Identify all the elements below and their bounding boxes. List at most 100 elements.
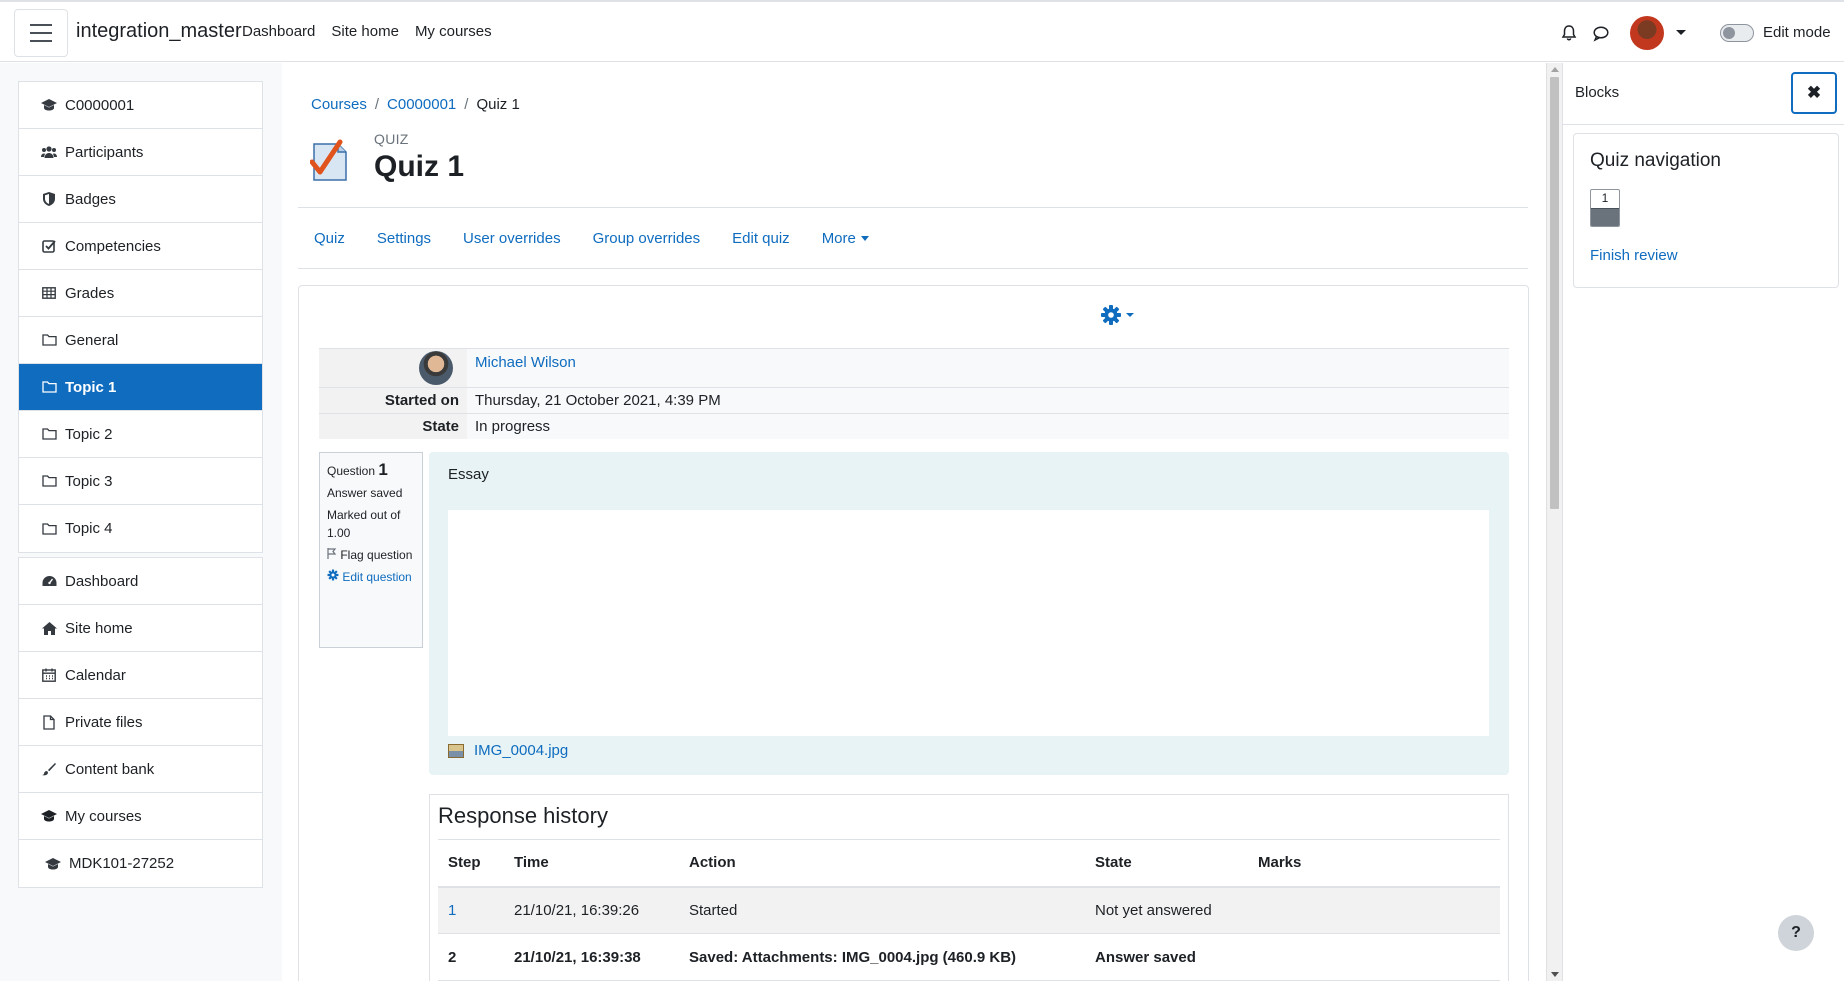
edit-mode-toggle[interactable] bbox=[1720, 24, 1754, 42]
actions-menu[interactable] bbox=[1100, 304, 1134, 326]
folder-icon bbox=[41, 426, 57, 442]
student-avatar[interactable] bbox=[419, 351, 453, 385]
top-navbar: integration_master Dashboard Site home M… bbox=[0, 0, 1844, 62]
column-header-step: Step bbox=[438, 839, 504, 888]
section-topic-2-nav-item[interactable]: Topic 2 bbox=[19, 411, 262, 458]
page-scrollbar[interactable] bbox=[1546, 63, 1562, 981]
section-general-nav-item[interactable]: General bbox=[19, 317, 262, 364]
question-status: Answer saved bbox=[327, 486, 403, 500]
scroll-up-arrow-icon[interactable] bbox=[1551, 67, 1559, 72]
tab-user-overrides[interactable]: User overrides bbox=[463, 230, 561, 247]
student-name-link[interactable]: Michael Wilson bbox=[475, 354, 576, 371]
participants-nav-item[interactable]: Participants bbox=[19, 129, 262, 176]
users-icon bbox=[41, 144, 57, 160]
quiz-nav-question-button[interactable]: 1 bbox=[1590, 189, 1620, 227]
dashboard-nav-item[interactable]: Dashboard bbox=[19, 558, 262, 605]
tab-group-overrides[interactable]: Group overrides bbox=[593, 230, 701, 247]
home-icon bbox=[41, 620, 57, 636]
tab-settings[interactable]: Settings bbox=[377, 230, 431, 247]
menu-toggle-button[interactable] bbox=[14, 9, 68, 57]
folder-icon bbox=[41, 332, 57, 348]
content-bank-nav-item[interactable]: Content bank bbox=[19, 746, 262, 793]
graduation-cap-icon bbox=[41, 97, 57, 113]
blocks-drawer-header: Blocks ✖ bbox=[1563, 63, 1844, 125]
image-file-icon bbox=[448, 743, 464, 758]
breadcrumb-separator: / bbox=[374, 96, 380, 113]
calendar-icon bbox=[41, 667, 57, 683]
question-text: Essay bbox=[448, 466, 489, 483]
course-nav-item[interactable]: C0000001 bbox=[19, 82, 262, 129]
blocks-drawer-title: Blocks bbox=[1575, 84, 1620, 101]
response-history-table: Step Time Action State Marks 1 21/10/21,… bbox=[438, 839, 1500, 981]
column-header-action: Action bbox=[679, 839, 1085, 888]
badges-nav-item[interactable]: Badges bbox=[19, 176, 262, 223]
column-header-time: Time bbox=[504, 839, 679, 888]
column-header-marks: Marks bbox=[1248, 839, 1500, 888]
grades-nav-item[interactable]: Grades bbox=[19, 270, 262, 317]
breadcrumb-course[interactable]: C0000001 bbox=[387, 96, 456, 113]
site-home-nav-item[interactable]: Site home bbox=[19, 605, 262, 652]
course-nav-group: C0000001 Participants Badges Competencie… bbox=[18, 81, 263, 553]
folder-icon bbox=[41, 379, 57, 395]
tab-more-dropdown[interactable]: More bbox=[822, 230, 869, 247]
attachment-link[interactable]: IMG_0004.jpg bbox=[474, 742, 568, 759]
site-nav-group: Dashboard Site home Calendar Private fil… bbox=[18, 557, 263, 888]
folder-icon bbox=[41, 521, 57, 537]
help-button[interactable]: ? bbox=[1778, 915, 1814, 951]
essay-response-area bbox=[448, 510, 1489, 736]
graduation-cap-icon bbox=[45, 856, 61, 872]
nav-site-home[interactable]: Site home bbox=[331, 23, 399, 40]
quiz-navigation-block: Quiz navigation 1 Finish review bbox=[1573, 133, 1839, 288]
nav-my-courses[interactable]: My courses bbox=[415, 23, 492, 40]
graduation-cap-icon bbox=[41, 808, 57, 824]
competencies-nav-item[interactable]: Competencies bbox=[19, 223, 262, 270]
tab-quiz[interactable]: Quiz bbox=[314, 230, 345, 247]
private-files-nav-item[interactable]: Private files bbox=[19, 699, 262, 746]
question-number: Question 1 bbox=[327, 460, 388, 479]
breadcrumb-courses[interactable]: Courses bbox=[311, 96, 367, 113]
user-menu-caret-icon[interactable] bbox=[1676, 30, 1686, 35]
close-blocks-drawer-button[interactable]: ✖ bbox=[1791, 72, 1837, 114]
gear-icon bbox=[327, 569, 339, 581]
user-avatar[interactable] bbox=[1630, 16, 1664, 50]
section-topic-1-nav-item[interactable]: Topic 1 bbox=[19, 364, 262, 411]
table-row: 2 21/10/21, 16:39:38 Saved: Attachments:… bbox=[438, 933, 1500, 981]
quiz-navigation-title: Quiz navigation bbox=[1590, 150, 1721, 171]
finish-review-link[interactable]: Finish review bbox=[1590, 247, 1678, 264]
my-courses-nav-item[interactable]: My courses bbox=[19, 793, 262, 840]
primary-navigation: Dashboard Site home My courses bbox=[242, 23, 492, 40]
main-region: Courses / C0000001 / Quiz 1 QUIZ Quiz 1 … bbox=[282, 63, 1546, 981]
activity-type-label: QUIZ bbox=[374, 131, 409, 147]
tab-edit-quiz[interactable]: Edit quiz bbox=[732, 230, 790, 247]
dashboard-icon bbox=[41, 573, 57, 589]
close-icon: ✖ bbox=[1806, 83, 1822, 102]
folder-icon bbox=[41, 473, 57, 489]
bell-icon[interactable] bbox=[1560, 24, 1578, 42]
flag-question-toggle[interactable]: Flag question bbox=[327, 546, 415, 564]
calendar-nav-item[interactable]: Calendar bbox=[19, 652, 262, 699]
summary-row-user: Michael Wilson bbox=[319, 348, 1509, 387]
breadcrumb-separator: / bbox=[464, 96, 469, 113]
scroll-down-arrow-icon[interactable] bbox=[1551, 972, 1559, 977]
answered-status-bar bbox=[1591, 208, 1619, 226]
gear-icon[interactable] bbox=[1100, 304, 1122, 326]
course-mdk101-nav-item[interactable]: MDK101-27252 bbox=[19, 840, 262, 887]
check-square-icon bbox=[41, 238, 57, 254]
summary-row-started: Started on Thursday, 21 October 2021, 4:… bbox=[319, 387, 1509, 413]
section-topic-3-nav-item[interactable]: Topic 3 bbox=[19, 458, 262, 505]
table-row: 1 21/10/21, 16:39:26 Started Not yet ans… bbox=[438, 886, 1500, 934]
site-name[interactable]: integration_master bbox=[76, 20, 242, 43]
question-info-panel: Question 1 Answer saved Marked out of 1.… bbox=[319, 452, 423, 648]
nav-dashboard[interactable]: Dashboard bbox=[242, 23, 315, 40]
attachment-item: IMG_0004.jpg bbox=[448, 742, 568, 759]
scrollbar-thumb[interactable] bbox=[1550, 77, 1559, 509]
edit-question-link[interactable]: Edit question bbox=[327, 568, 415, 586]
paintbrush-icon bbox=[41, 761, 57, 777]
edit-mode-label: Edit mode bbox=[1763, 24, 1831, 41]
chat-icon[interactable] bbox=[1592, 24, 1610, 42]
section-topic-4-nav-item[interactable]: Topic 4 bbox=[19, 505, 262, 552]
breadcrumb-current: Quiz 1 bbox=[476, 96, 520, 113]
summary-row-state: State In progress bbox=[319, 413, 1509, 439]
response-history-title: Response history bbox=[438, 803, 608, 828]
step-link[interactable]: 1 bbox=[448, 902, 456, 919]
